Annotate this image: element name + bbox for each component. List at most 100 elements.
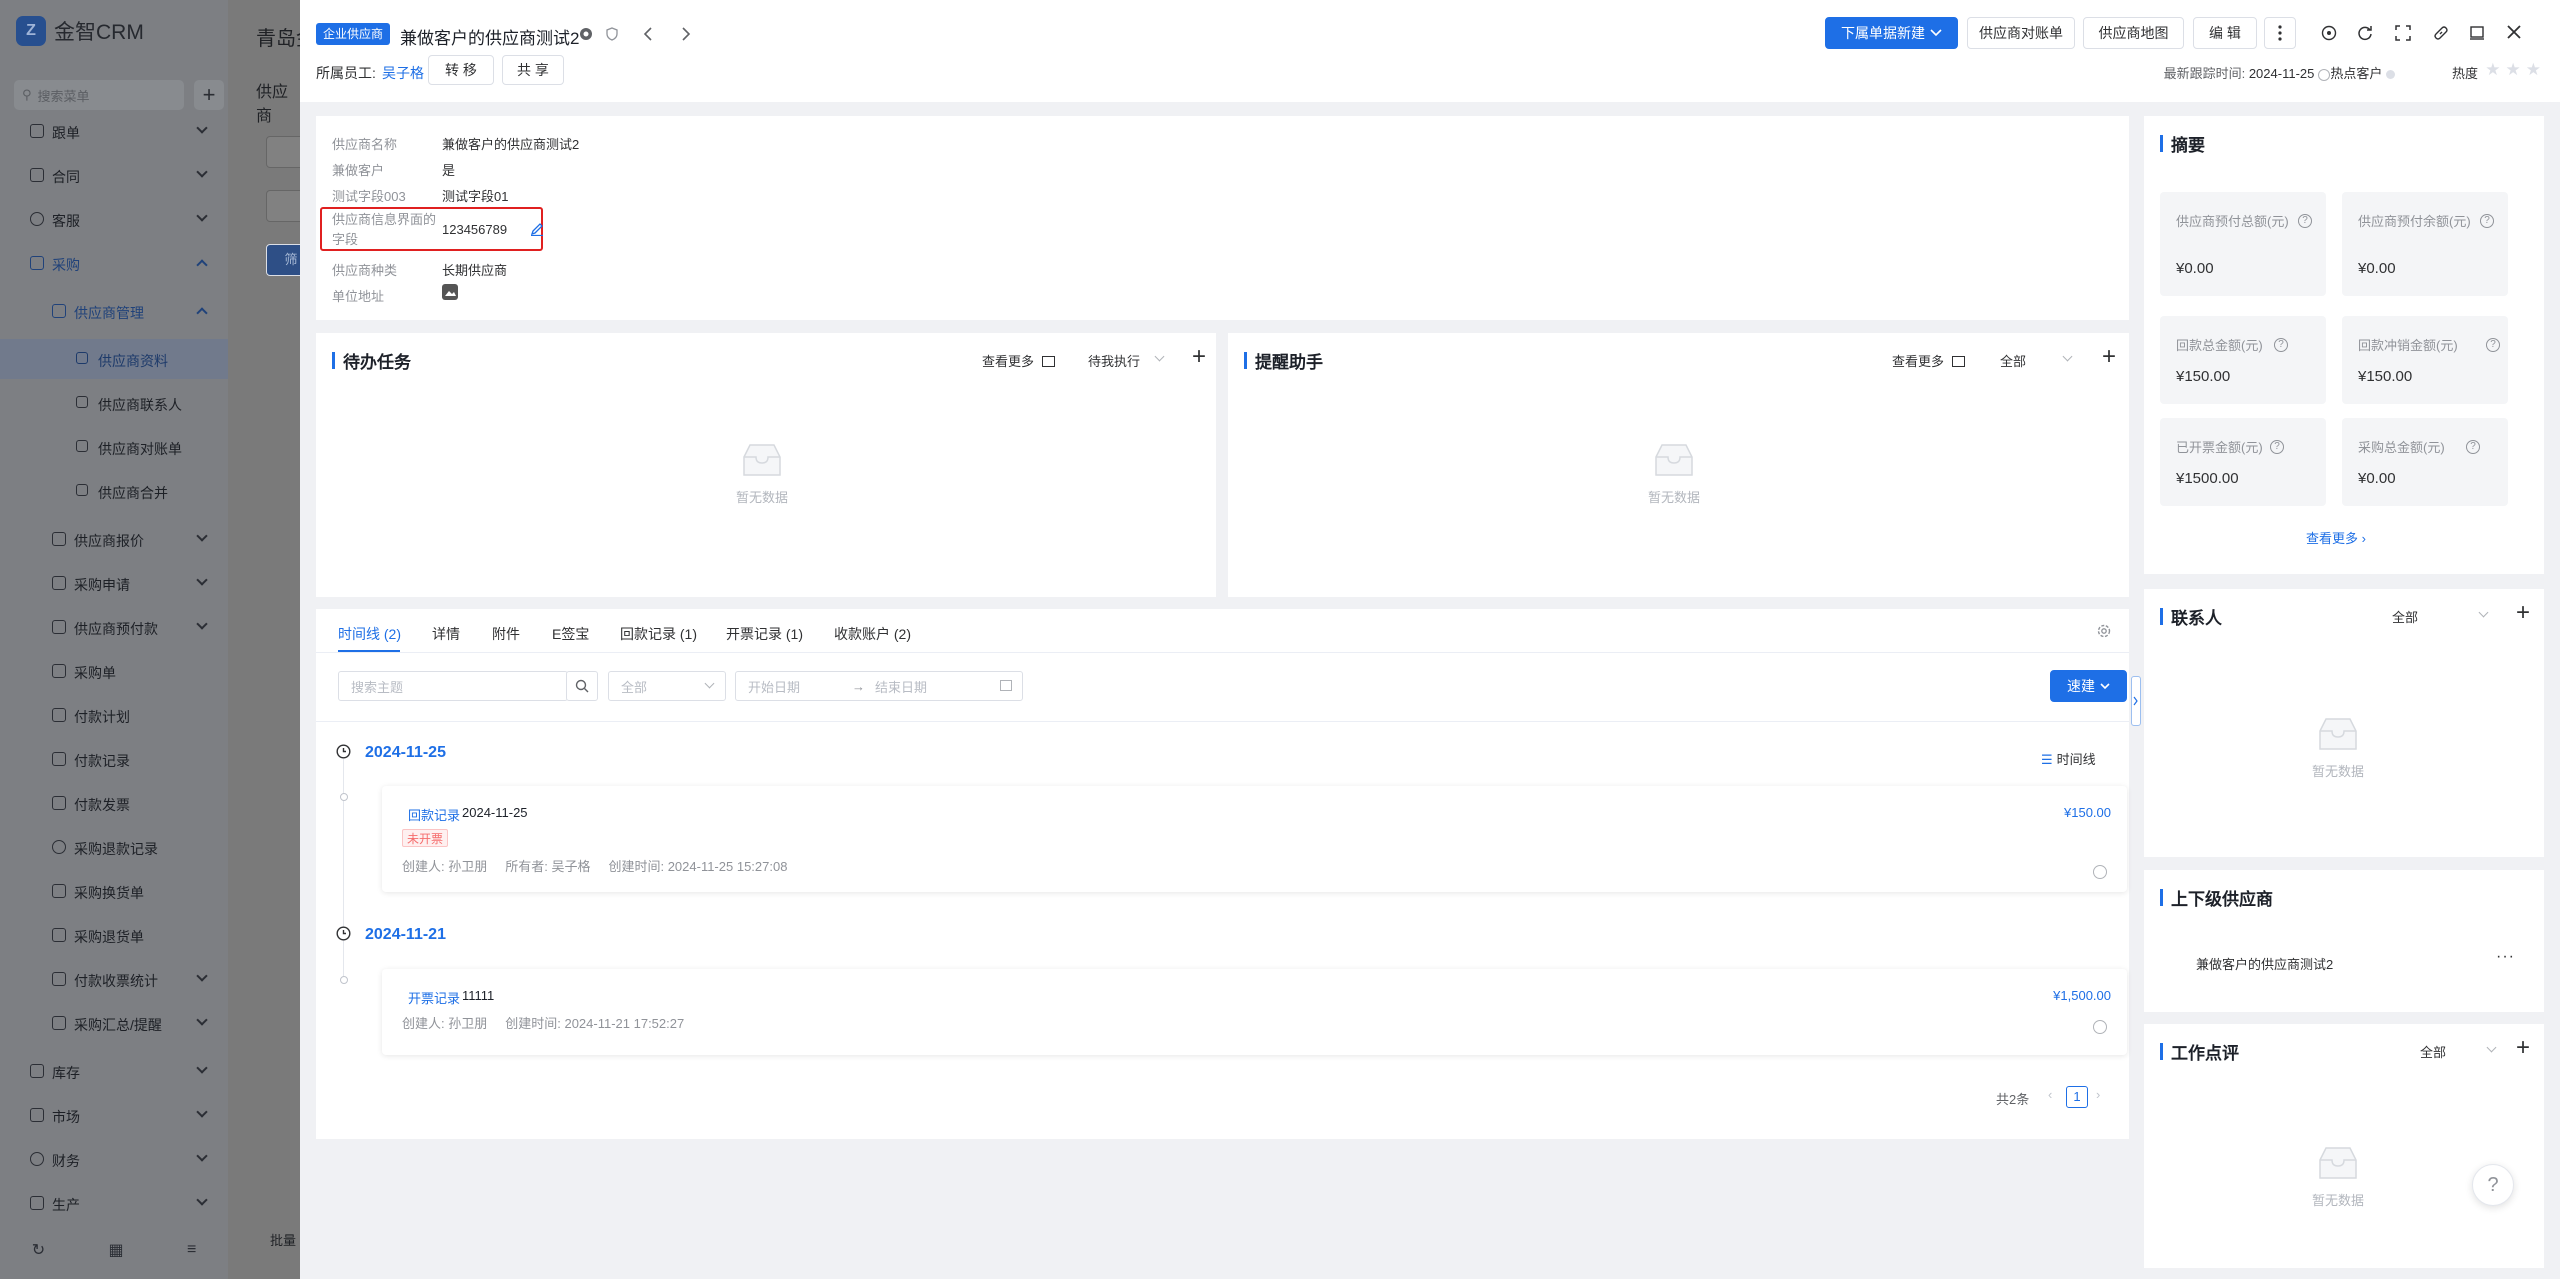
todo-filter-select[interactable]: 待我执行: [1088, 351, 1140, 370]
sidebar-item-production[interactable]: 生产: [0, 1183, 228, 1223]
timeline-view-toggle[interactable]: ☰ 时间线: [2041, 749, 2096, 768]
summary-cell: 供应商预付总额(元)? ¥0.00: [2160, 192, 2326, 296]
refresh-icon[interactable]: [2354, 22, 2376, 44]
quick-create-button[interactable]: 速建: [2050, 670, 2127, 702]
sidebar-item-service[interactable]: 客服: [0, 199, 228, 239]
timeline-card[interactable]: 开票记录 11111 ¥1,500.00 创建人: 孙卫朋 创建时间: 2024-…: [382, 969, 2127, 1055]
prev-record-icon[interactable]: [638, 24, 658, 44]
edit-button[interactable]: 编 辑: [2193, 17, 2257, 49]
tab-payment-records[interactable]: 回款记录 (1): [620, 624, 697, 644]
settings-gear-icon[interactable]: [2096, 623, 2112, 639]
add-review-icon[interactable]: +: [2516, 1036, 2530, 1060]
sidebar-item-contract[interactable]: 合同: [0, 155, 228, 195]
record-kind-link[interactable]: 回款记录: [408, 805, 460, 824]
owner-name-link[interactable]: 吴子格: [382, 63, 424, 83]
print-icon[interactable]: [2466, 22, 2488, 44]
sidebar-item-return[interactable]: 采购退货单: [0, 915, 228, 955]
add-contact-icon[interactable]: +: [2516, 601, 2530, 625]
sidebar-item-supplier-merge[interactable]: 供应商合并: [0, 471, 228, 511]
timeline-search-input[interactable]: 搜索主题: [338, 671, 568, 701]
sidebar-item-refund-record[interactable]: 采购退款记录: [0, 827, 228, 867]
tab-invoice-records[interactable]: 开票记录 (1): [726, 624, 803, 644]
share-button[interactable]: 共 享: [502, 55, 564, 85]
history-icon[interactable]: ↻: [32, 1240, 45, 1260]
work-review-filter-select[interactable]: 全部: [2420, 1042, 2446, 1061]
shield-icon[interactable]: [604, 26, 620, 42]
collapse-menu-icon[interactable]: ≡: [187, 1241, 196, 1259]
floating-help-button[interactable]: ?: [2472, 1164, 2514, 1206]
help-icon[interactable]: ?: [2480, 214, 2494, 228]
help-icon[interactable]: ?: [2298, 214, 2312, 228]
supplier-map-button[interactable]: 供应商地图: [2083, 17, 2184, 49]
reminder-filter-select[interactable]: 全部: [2000, 351, 2026, 370]
sidebar-item-purchase[interactable]: 采购: [0, 243, 228, 283]
sidebar-item-purchase-request[interactable]: 采购申请: [0, 563, 228, 603]
page-number-current[interactable]: 1: [2066, 1086, 2088, 1108]
help-icon[interactable]: ?: [2274, 338, 2288, 352]
timeline-card[interactable]: 回款记录 2024-11-25 ¥150.00 未开票 创建人: 孙卫朋 所有者:…: [382, 786, 2127, 892]
add-menu-button[interactable]: +: [194, 80, 224, 110]
tab-esign[interactable]: E签宝: [552, 624, 589, 644]
view-label: 时间线: [2056, 752, 2096, 767]
date-range-picker[interactable]: 开始日期 → 结束日期: [735, 671, 1023, 701]
summary-view-more-link[interactable]: 查看更多 ›: [2306, 528, 2366, 547]
sidebar-item-payment-invoice[interactable]: 付款发票: [0, 783, 228, 823]
sidebar-item-payment-record[interactable]: 付款记录: [0, 739, 228, 779]
sidebar-item-supplier-profile[interactable]: 供应商资料: [0, 339, 228, 379]
sidebar-item-payment-plan[interactable]: 付款计划: [0, 695, 228, 735]
more-actions-button[interactable]: [2264, 17, 2296, 49]
map-image-icon[interactable]: [442, 284, 458, 300]
help-icon[interactable]: [2318, 68, 2330, 81]
fullscreen-icon[interactable]: [2392, 22, 2414, 44]
sidebar-item-payment-stats[interactable]: 付款收票统计: [0, 959, 228, 999]
timeline-search-button[interactable]: [566, 671, 598, 701]
tab-details[interactable]: 详情: [432, 624, 460, 644]
reaction-icon[interactable]: [2093, 1020, 2107, 1034]
sidebar-item-supplier-contacts[interactable]: 供应商联系人: [0, 383, 228, 423]
sidebar-item-prepayment[interactable]: 供应商预付款: [0, 607, 228, 647]
sidebar-item-purchase-order[interactable]: 采购单: [0, 651, 228, 691]
supplier-statement-button[interactable]: 供应商对账单: [1967, 17, 2075, 49]
menu-search-input[interactable]: ⚲ 搜索菜单: [14, 80, 184, 110]
close-icon[interactable]: [2502, 20, 2526, 44]
reminder-view-more[interactable]: 查看更多: [1892, 351, 1965, 370]
tab-timeline[interactable]: 时间线 (2): [338, 624, 401, 644]
todo-view-more[interactable]: 查看更多: [982, 351, 1055, 370]
view-icon[interactable]: [2318, 22, 2340, 44]
timeline-panel: 时间线 (2) 详情 附件 E签宝 回款记录 (1) 开票记录 (1) 收款账户…: [316, 609, 2129, 1139]
edit-pencil-icon[interactable]: [530, 222, 544, 236]
help-icon[interactable]: ?: [2466, 440, 2480, 454]
return-icon: [52, 928, 66, 942]
help-icon[interactable]: ?: [2270, 440, 2284, 454]
help-icon[interactable]: ?: [2486, 338, 2500, 352]
sidebar-item-supplier-mgmt[interactable]: 供应商管理: [0, 291, 228, 331]
sidebar-item-supplier-statement[interactable]: 供应商对账单: [0, 427, 228, 467]
sub-document-create-button[interactable]: 下属单据新建: [1825, 17, 1958, 49]
side-collapse-handle[interactable]: [2131, 676, 2141, 726]
sidebar-item-follow[interactable]: 跟单: [0, 111, 228, 151]
next-record-icon[interactable]: [676, 24, 696, 44]
stats-icon[interactable]: ▦: [108, 1240, 123, 1260]
more-horizontal-icon[interactable]: ···: [2496, 948, 2515, 966]
sidebar-item-exchange[interactable]: 采购换货单: [0, 871, 228, 911]
tab-receiving-accounts[interactable]: 收款账户 (2): [834, 624, 911, 644]
next-page-icon[interactable]: ›: [2096, 1087, 2100, 1102]
contacts-filter-select[interactable]: 全部: [2392, 607, 2418, 626]
hierarchy-item[interactable]: 兼做客户的供应商测试2: [2196, 954, 2333, 973]
sidebar-item-summary-reminder[interactable]: 采购汇总/提醒: [0, 1003, 228, 1043]
heat-rating-stars[interactable]: ★★★: [2485, 60, 2546, 80]
batch-label[interactable]: 批量: [270, 1230, 296, 1249]
prev-page-icon[interactable]: ‹: [2048, 1087, 2052, 1102]
record-kind-link[interactable]: 开票记录: [408, 988, 460, 1007]
link-icon[interactable]: [2430, 22, 2452, 44]
sidebar-item-inventory[interactable]: 库存: [0, 1051, 228, 1091]
add-todo-icon[interactable]: +: [1192, 345, 1206, 369]
app-logo[interactable]: Z 金智CRM: [16, 16, 144, 46]
reaction-icon[interactable]: [2093, 865, 2107, 879]
tab-attachments[interactable]: 附件: [492, 624, 520, 644]
add-reminder-icon[interactable]: +: [2102, 345, 2116, 369]
sidebar-item-finance[interactable]: 财务: [0, 1139, 228, 1179]
sidebar-item-supplier-quote[interactable]: 供应商报价: [0, 519, 228, 559]
transfer-button[interactable]: 转 移: [428, 55, 494, 85]
sidebar-item-market[interactable]: 市场: [0, 1095, 228, 1135]
